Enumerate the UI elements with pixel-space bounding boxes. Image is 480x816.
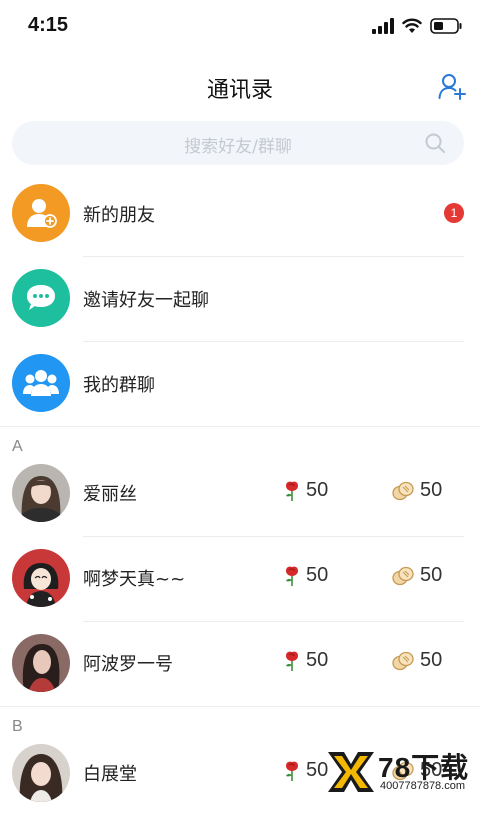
coin-count: 50 <box>392 649 442 672</box>
rose-count: 50 <box>284 649 328 672</box>
contact-name: 爱丽丝 <box>83 484 137 505</box>
group-icon <box>12 354 70 412</box>
watermark-logo <box>328 752 374 792</box>
contact-avatar <box>12 744 70 802</box>
watermark-site: 4007787878.com <box>380 780 466 792</box>
chat-bubble-icon <box>12 269 70 327</box>
menu-item-new-friends[interactable]: 新的朋友 1 <box>0 172 480 256</box>
contact-avatar <box>12 464 70 522</box>
contact-avatar <box>12 634 70 692</box>
contact-name: 白展堂 <box>83 764 137 785</box>
rose-icon <box>286 481 298 501</box>
search-input[interactable]: 搜索好友/群聊 <box>12 121 464 165</box>
rose-icon <box>286 566 298 586</box>
status-time: 4:15 <box>28 14 69 36</box>
rose-count: 50 <box>284 479 328 502</box>
coin-value: 50 <box>420 564 443 586</box>
add-contact-icon[interactable] <box>438 72 466 100</box>
unread-badge: 1 <box>444 203 464 223</box>
coin-count: 50 <box>392 479 442 502</box>
search-placeholder: 搜索好友/群聊 <box>184 137 292 157</box>
rose-value: 50 <box>306 564 329 586</box>
rose-value: 50 <box>306 759 329 781</box>
contact-row[interactable]: 阿波罗一号 50 50 <box>0 622 480 706</box>
coin-count: 50 <box>392 564 442 587</box>
status-bar: 4:15 <box>0 0 480 56</box>
section-divider <box>0 706 480 707</box>
add-friend-icon <box>12 184 70 242</box>
wifi-icon <box>402 18 422 33</box>
rose-icon <box>286 651 298 671</box>
battery-icon <box>430 18 462 34</box>
contact-name: 阿波罗一号 <box>83 654 173 675</box>
search-icon[interactable] <box>424 132 446 154</box>
menu-item-my-groups[interactable]: 我的群聊 <box>0 342 480 426</box>
contact-row[interactable]: 啊梦天真~~ 50 50 <box>0 537 480 621</box>
rose-count: 50 <box>284 564 328 587</box>
menu-label: 邀请好友一起聊 <box>83 290 209 311</box>
coin-icon <box>392 566 414 585</box>
rose-icon <box>286 761 298 781</box>
rose-value: 50 <box>306 649 329 671</box>
watermark: 78下载 4007787878.com <box>326 746 476 798</box>
menu-label: 我的群聊 <box>83 375 155 396</box>
nav-bar: 通讯录 <box>0 56 480 116</box>
section-divider <box>0 426 480 427</box>
rose-count: 50 <box>284 759 328 782</box>
page-title: 通讯录 <box>206 78 273 103</box>
rose-value: 50 <box>306 479 329 501</box>
coin-icon <box>392 651 414 670</box>
contact-avatar <box>12 549 70 607</box>
coin-icon <box>392 481 414 500</box>
contact-row[interactable]: 爱丽丝 50 50 <box>0 452 480 536</box>
menu-label: 新的朋友 <box>83 205 155 226</box>
menu-item-invite-friends[interactable]: 邀请好友一起聊 <box>0 257 480 341</box>
contact-name: 啊梦天真~~ <box>83 569 186 590</box>
signal-icon <box>372 18 394 34</box>
coin-value: 50 <box>420 479 443 501</box>
status-icons <box>372 18 462 34</box>
coin-value: 50 <box>420 649 443 671</box>
